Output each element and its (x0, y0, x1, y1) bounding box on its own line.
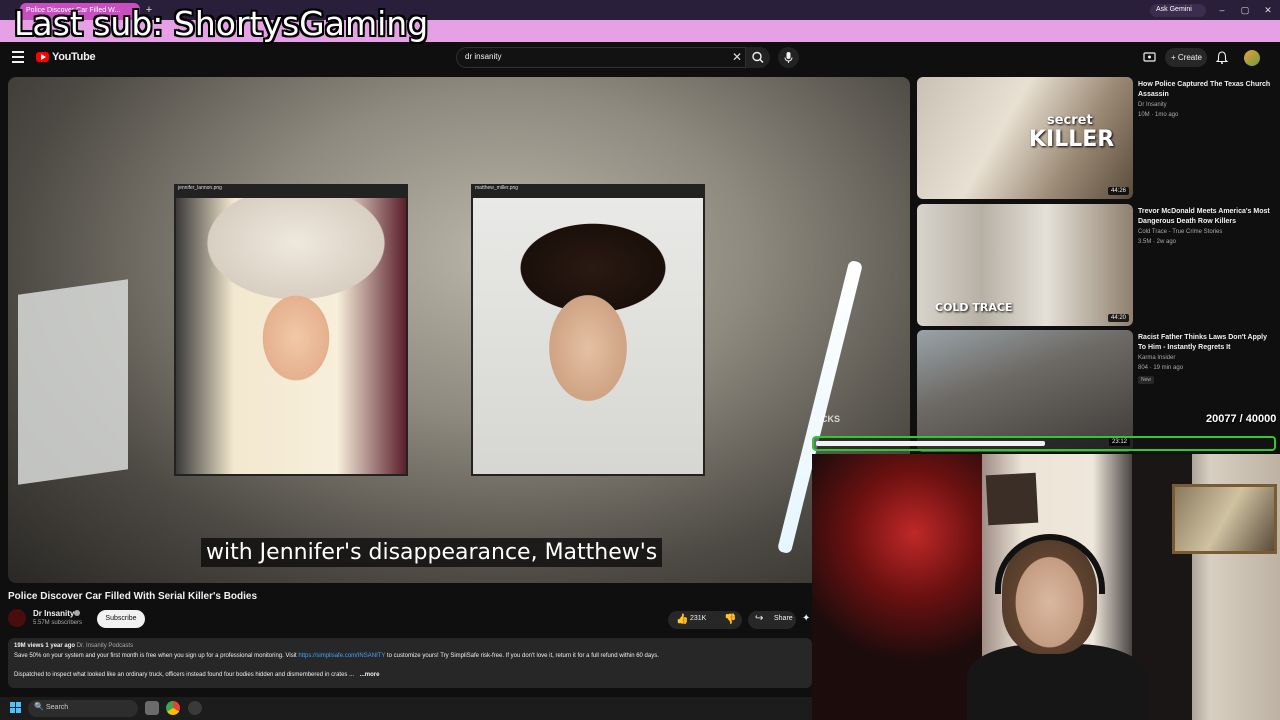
ask-gemini-button[interactable]: Ask Gemini (1150, 4, 1206, 17)
description-box[interactable]: 19M views 1 year ago Dr. Insanity Podcas… (8, 638, 812, 688)
recommendation-meta: 10M · 1mo ago (1138, 112, 1179, 118)
taskbar-search-input[interactable]: 🔍 Search (28, 700, 138, 717)
like-icon[interactable]: 👍 (676, 614, 688, 625)
video-title: Police Discover Car Filled With Serial K… (8, 591, 258, 602)
video-caption: with Jennifer's disappearance, Matthew's (201, 538, 663, 567)
description-summary: Dispatched to inspect what looked like a… (14, 672, 355, 678)
recommendation-item[interactable]: COLD TRACE 44:20 Trevor McDonald Meets A… (917, 204, 1272, 326)
recommendation-thumbnail[interactable]: secret KILLER 44:26 (917, 77, 1133, 199)
recommendation-item[interactable]: Racist Father Thinks Laws Don't Apply To… (917, 330, 1272, 452)
close-window-button[interactable]: ✕ (1260, 3, 1276, 17)
recommendation-title[interactable]: Trevor McDonald Meets America's Most Dan… (1138, 207, 1272, 227)
video-duration: 23:12 (1109, 438, 1131, 446)
video-duration: 44:20 (1107, 314, 1129, 322)
upload-age: 1 year ago (45, 643, 76, 649)
recommendation-channel[interactable]: Karma Insider (1138, 355, 1175, 361)
search-icon (752, 51, 764, 63)
avatar[interactable] (1244, 50, 1260, 66)
mic-icon (784, 52, 793, 63)
youtube-header: YouTube dr insanity ✕ + Create (0, 42, 1280, 74)
photo-right-title: matthew_miller.png (475, 185, 519, 191)
description-text-post: to customize yours! Try SimpliSafe risk-… (386, 653, 659, 659)
photo-left: jennifer_lannon.png (174, 184, 408, 476)
like-dislike-button[interactable]: 👍 231K 👎 (668, 611, 742, 629)
photo-left-title: jennifer_lannon.png (178, 185, 222, 191)
photo-right-image (473, 198, 703, 474)
headset-icon (995, 534, 1105, 594)
voice-search-button[interactable] (778, 47, 799, 68)
description-line-1: Save 50% on your system and your first m… (14, 653, 659, 659)
recommendation-thumbnail[interactable]: COLD TRACE 44:20 (917, 204, 1133, 326)
subscriber-count: 5.57M subscribers (33, 620, 83, 626)
video-duration: 44:26 (1107, 187, 1129, 195)
share-icon: ↪ (755, 613, 764, 624)
cast-icon[interactable] (1143, 51, 1156, 64)
subscribe-button[interactable]: Subscribe (97, 610, 145, 628)
thumbnail-text: COLD TRACE (935, 301, 1013, 314)
taskbar-search-label: Search (46, 704, 69, 711)
channel-avatar[interactable] (8, 609, 26, 627)
video-player[interactable]: jennifer_lannon.png matthew_miller.png w… (8, 77, 910, 583)
sponsor-link[interactable]: https://simplisafe.com/INSANITY (298, 653, 385, 659)
poster-decor (985, 472, 1039, 526)
menu-icon[interactable] (12, 51, 24, 63)
thumbnail-text: KILLER (1029, 127, 1115, 152)
search-query: dr insanity (465, 52, 502, 61)
recommendation-thumbnail[interactable] (917, 330, 1133, 452)
search-input[interactable]: dr insanity ✕ (456, 47, 746, 68)
new-badge: New (1138, 376, 1155, 384)
share-label: Share (774, 615, 793, 622)
streamer-body (967, 644, 1147, 720)
channel-name[interactable]: Dr Insanity (33, 609, 74, 618)
minimize-button[interactable]: – (1214, 3, 1230, 17)
recommendation-channel[interactable]: Dr Insanity (1138, 102, 1167, 108)
search-icon: 🔍 (34, 702, 44, 711)
goal-label: KICKS (812, 414, 841, 424)
chrome-icon[interactable] (166, 701, 180, 715)
like-count: 231K (690, 615, 707, 622)
recommendation-title[interactable]: How Police Captured The Texas Church Ass… (1138, 80, 1272, 100)
description-line-2: Dispatched to inspect what looked like a… (14, 672, 379, 678)
dislike-icon[interactable]: 👎 (724, 614, 736, 625)
photo-left-image (176, 198, 406, 474)
youtube-logo-icon[interactable] (36, 52, 49, 62)
recommendation-channel[interactable]: Cold Trace - True Crime Stories (1138, 229, 1222, 235)
windows-start-icon[interactable] (10, 702, 22, 714)
goal-progress-bar (812, 436, 1276, 451)
maximize-button[interactable]: ▢ (1237, 3, 1253, 17)
recommendation-meta: 3.5M · 2w ago (1138, 239, 1177, 245)
webcam-feed (812, 454, 1280, 720)
wall-paper-decor (18, 279, 128, 485)
goal-count: 20077 / 40000 (1206, 413, 1277, 425)
more-actions-icon[interactable]: ✦ (802, 613, 810, 624)
tapestry-decor (812, 454, 982, 720)
thumbnail-text: secret (1047, 113, 1093, 128)
youtube-wordmark[interactable]: YouTube (52, 51, 96, 63)
view-count: 19M views (14, 643, 44, 649)
verified-icon (74, 610, 80, 616)
framed-art-decor (1172, 484, 1277, 554)
task-view-icon[interactable] (145, 701, 159, 715)
app-icon[interactable] (188, 701, 202, 715)
playlist-link[interactable]: Dr. Insanity Podcasts (77, 643, 133, 649)
show-more-button[interactable]: ...more (360, 672, 380, 678)
search-button[interactable] (746, 47, 770, 68)
description-meta: 19M views 1 year ago Dr. Insanity Podcas… (14, 643, 133, 649)
recommendation-meta: 804 · 19 min ago (1138, 365, 1184, 371)
last-sub-label: Last sub: ShortysGaming (14, 4, 429, 43)
bell-icon[interactable] (1215, 51, 1229, 64)
create-button[interactable]: + Create (1165, 48, 1207, 67)
goal-progress-fill (816, 441, 1045, 446)
recommendation-title[interactable]: Racist Father Thinks Laws Don't Apply To… (1138, 333, 1272, 353)
photo-right: matthew_miller.png (471, 184, 705, 476)
recommendation-item[interactable]: secret KILLER 44:26 How Police Captured … (917, 77, 1272, 199)
taskbar: 🔍 Search (0, 697, 812, 720)
share-button[interactable]: ↪ Share (748, 611, 796, 629)
search-clear-icon[interactable]: ✕ (732, 50, 742, 64)
description-text-pre: Save 50% on your system and your first m… (14, 653, 297, 659)
